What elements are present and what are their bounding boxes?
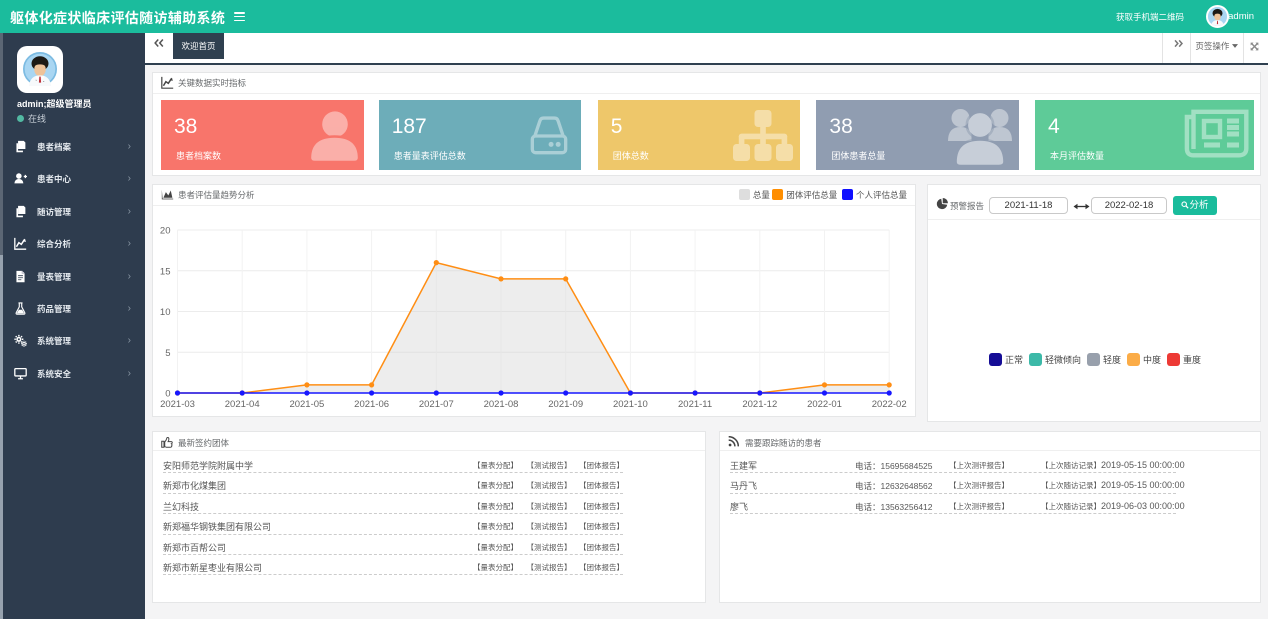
svg-text:2021-09: 2021-09 xyxy=(548,399,583,410)
svg-text:5: 5 xyxy=(165,348,170,359)
svg-text:2021-10: 2021-10 xyxy=(613,399,648,410)
svg-text:2021-07: 2021-07 xyxy=(419,399,454,410)
svg-text:20: 20 xyxy=(160,226,171,237)
svg-text:2021-11: 2021-11 xyxy=(678,399,712,410)
svg-text:2021-05: 2021-05 xyxy=(289,399,324,410)
svg-text:2021-12: 2021-12 xyxy=(742,399,777,410)
svg-text:2021-08: 2021-08 xyxy=(484,399,519,410)
svg-text:2021-03: 2021-03 xyxy=(160,399,195,410)
svg-text:2022-01: 2022-01 xyxy=(807,399,842,410)
svg-text:0: 0 xyxy=(165,389,170,400)
svg-text:10: 10 xyxy=(160,307,171,318)
svg-text:2022-02: 2022-02 xyxy=(872,399,907,410)
svg-text:2021-06: 2021-06 xyxy=(354,399,389,410)
svg-text:15: 15 xyxy=(160,266,171,277)
svg-text:2021-04: 2021-04 xyxy=(225,399,260,410)
